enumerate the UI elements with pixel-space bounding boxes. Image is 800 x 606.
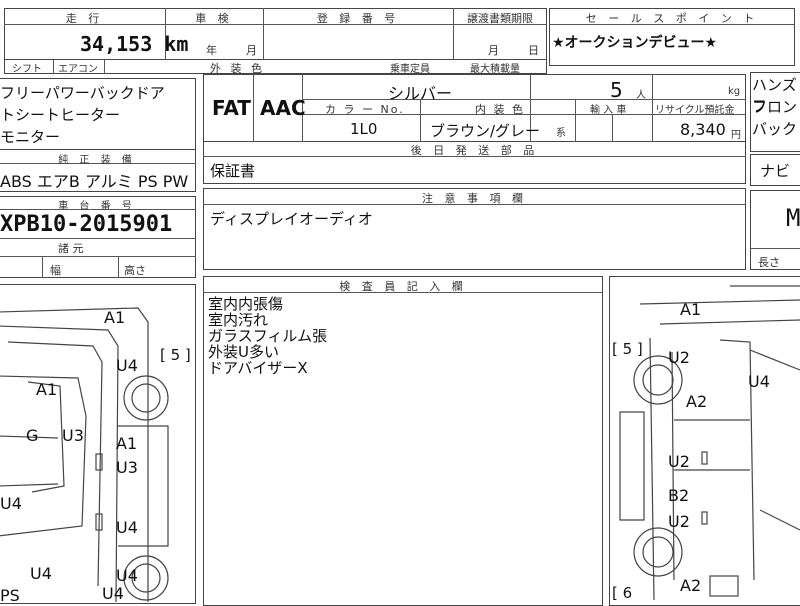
left-diagram-code: U4 bbox=[116, 518, 138, 537]
max-load-label: 最大積載量 bbox=[470, 64, 520, 75]
genuine-header: 純 正 装 備 bbox=[58, 155, 136, 166]
capacity-value: 5 bbox=[610, 78, 623, 102]
right-diagram-seats-bottom: [ 6 bbox=[612, 584, 633, 602]
aircon-label: エアコン bbox=[58, 64, 98, 75]
deadline-header: 譲渡書類期限 bbox=[467, 12, 533, 25]
right-diagram-code: B2 bbox=[668, 486, 690, 505]
interior-color-value: ブラウン/グレー bbox=[430, 122, 541, 140]
right-diagram-code: A2 bbox=[680, 576, 702, 595]
right-diagram-code: A1 bbox=[680, 300, 702, 319]
genuine-items: ABS エアB アルミ PS PW bbox=[0, 172, 189, 191]
aircon-value: AAC bbox=[260, 96, 306, 120]
right-length-label: 長さ bbox=[758, 256, 780, 269]
yen-unit: 円 bbox=[731, 130, 741, 141]
right-diagram-code: U2 bbox=[668, 512, 690, 531]
deadline-day: 日 bbox=[528, 44, 539, 57]
deadline-month: 月 bbox=[488, 44, 499, 57]
right-diagram-seats: [ 5 ] bbox=[612, 340, 643, 358]
shaken-year: 年 bbox=[206, 44, 217, 57]
sales-point-header: セ ー ル ス ポ イ ン ト bbox=[585, 12, 759, 25]
left-diagram-code: U4 bbox=[102, 584, 124, 603]
height-label: 高さ bbox=[124, 264, 146, 277]
left-diagram-code: PS bbox=[0, 586, 20, 605]
right-diagram-code: U2 bbox=[668, 452, 690, 471]
inspector-line: ドアバイザーX bbox=[208, 359, 308, 377]
left-diagram-code: A1 bbox=[36, 380, 58, 399]
equipment-line-3: モニター bbox=[0, 128, 61, 146]
shift-label: シフト bbox=[12, 64, 42, 75]
recycle-amount: 8,340 bbox=[680, 120, 726, 139]
width-label: 幅 bbox=[50, 264, 61, 277]
left-diagram-code: U4 bbox=[116, 356, 138, 375]
recycle-label: リサイクル預託金 bbox=[655, 105, 735, 116]
right-car-outline bbox=[619, 285, 800, 600]
sales-point-text: ★オークションデビュー★ bbox=[552, 35, 718, 51]
right-navi-text: ナビ bbox=[760, 162, 791, 180]
right-diagram-code: U4 bbox=[748, 372, 770, 391]
inspector-line: 室内内張傷 bbox=[208, 295, 284, 313]
inspector-line: 室内汚れ bbox=[208, 311, 269, 329]
shift-value: FAT bbox=[212, 96, 251, 120]
right-big-letter: M bbox=[786, 204, 800, 232]
right-diagram-code: U2 bbox=[668, 348, 690, 367]
left-diagram-code: U4 bbox=[0, 494, 22, 513]
left-diagram-code: U3 bbox=[62, 426, 84, 445]
right-diagram-code: A2 bbox=[686, 392, 708, 411]
specs-label: 諸 元 bbox=[58, 242, 84, 255]
notes-header: 注 意 事 項 欄 bbox=[422, 192, 527, 205]
inspector-line: ガラスフィルム張 bbox=[208, 327, 328, 345]
shaken-header: 車 検 bbox=[195, 12, 233, 25]
later-parts-header: 後 日 発 送 部 品 bbox=[410, 144, 539, 157]
interior-color-label: 内 装 色 bbox=[475, 103, 525, 116]
right-equipment-line-3: バック bbox=[752, 120, 798, 138]
left-diagram-code: U3 bbox=[116, 458, 138, 477]
chassis-header: 車 台 番 号 bbox=[58, 201, 136, 212]
interior-suffix: 系 bbox=[556, 128, 566, 139]
color-no-label: カ ラ ー No. bbox=[325, 103, 405, 116]
inspector-notes: 室内内張傷 室内汚れ ガラスフィルム張 外装U多い ドアバイザーX bbox=[208, 296, 327, 376]
capacity-unit: 人 bbox=[636, 90, 646, 101]
equipment-line-1: フリーパワーバックドア bbox=[0, 84, 165, 102]
shaken-month: 月 bbox=[246, 44, 257, 57]
import-label: 輸 入 車 bbox=[590, 105, 627, 116]
color-no-value: 1L0 bbox=[350, 120, 378, 138]
later-parts-value: 保証書 bbox=[210, 162, 256, 180]
left-diagram-code: A1 bbox=[116, 434, 138, 453]
right-equipment-line-2: フロン bbox=[752, 98, 798, 116]
kg-unit: kg bbox=[728, 86, 741, 97]
left-diagram-code: G bbox=[26, 426, 39, 445]
chassis-number: XPB10-2015901 bbox=[0, 212, 173, 237]
left-diagram-code: U4 bbox=[116, 566, 138, 585]
mileage-header: 走 行 bbox=[65, 12, 104, 25]
inspector-header: 検 査 員 記 入 欄 bbox=[339, 280, 467, 293]
left-diagram-code: A1 bbox=[104, 308, 126, 327]
left-diagram-seats: [ 5 ] bbox=[160, 346, 191, 364]
equipment-line-2: トシートヒーター bbox=[0, 106, 121, 124]
notes-value: ディスプレイオーディオ bbox=[210, 210, 373, 228]
mileage-value: 34,153 km bbox=[80, 32, 189, 56]
inspector-line: 外装U多い bbox=[208, 343, 279, 361]
capacity-label: 乗車定員 bbox=[390, 64, 430, 75]
left-diagram-code: U4 bbox=[30, 564, 52, 583]
registration-header: 登 録 番 号 bbox=[316, 12, 400, 25]
